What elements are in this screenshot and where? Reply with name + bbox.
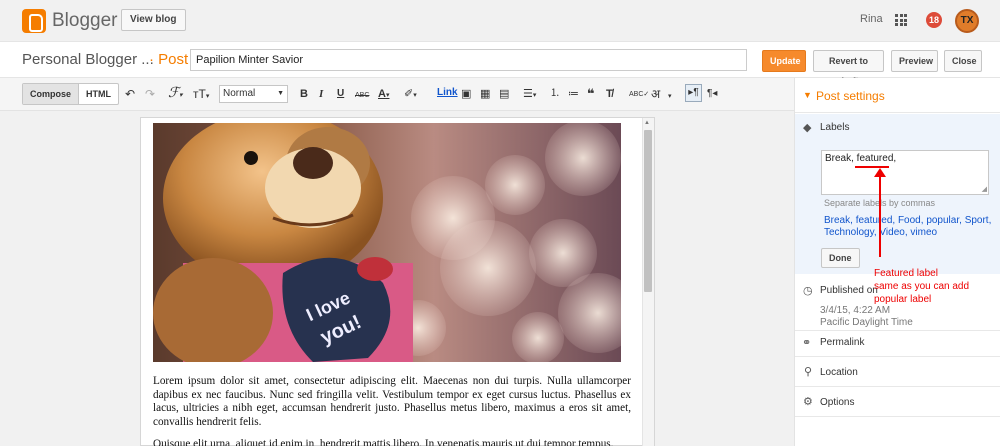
underline-icon[interactable]: U: [337, 87, 344, 101]
brand-name[interactable]: Blogger: [52, 10, 118, 32]
labels-title[interactable]: Labels: [820, 122, 849, 133]
post-title-row: Personal Blogger ... · Post Update Rever…: [0, 42, 1000, 86]
compose-tab[interactable]: Compose: [23, 84, 79, 104]
blogger-logo-icon[interactable]: [22, 9, 46, 33]
post-settings-sidebar: ▼ Post settings ◆ Labels Break, featured…: [794, 78, 1000, 446]
annotation-line-1: Featured label: [874, 268, 938, 279]
editor-toolbar: Compose HTML ↶ ↷ ℱ▾ тT▾ Normal ▼ B I U A…: [0, 78, 794, 111]
user-name[interactable]: Rina: [860, 13, 883, 25]
annotation-line-2: same as you can add: [874, 281, 970, 292]
divider: [795, 330, 1000, 331]
insert-video-icon[interactable]: ▦: [480, 87, 490, 101]
highlight-color-icon[interactable]: ✐▾: [404, 87, 417, 103]
preview-button[interactable]: Preview: [891, 50, 938, 72]
options-title[interactable]: Options: [820, 397, 854, 408]
insert-link-button[interactable]: Link: [437, 87, 458, 98]
editor-scrollbar-thumb[interactable]: [644, 130, 652, 292]
label-suggestions: Break, featured, Food, popular, Sport, T…: [824, 215, 992, 238]
label-suggestion[interactable]: Break: [824, 215, 850, 226]
html-tab[interactable]: HTML: [78, 84, 118, 104]
divider: [795, 416, 1000, 417]
permalink-title[interactable]: Permalink: [820, 337, 864, 348]
alignment-icon[interactable]: ☰▾: [523, 87, 536, 103]
bulleted-list-icon[interactable]: ≔: [568, 87, 579, 101]
label-tag-icon: ◆: [803, 122, 812, 134]
top-bar: Blogger View blog Rina 18 TX: [0, 0, 1000, 42]
close-button[interactable]: Close: [944, 50, 982, 72]
published-date: 3/4/15, 4:22 AM: [820, 305, 891, 316]
apps-grid-icon[interactable]: [895, 14, 907, 26]
avatar[interactable]: TX: [955, 9, 979, 33]
numbered-list-icon[interactable]: ⒈: [550, 87, 560, 101]
scroll-up-icon[interactable]: ▲: [644, 120, 650, 126]
insert-image-icon[interactable]: ▣: [461, 87, 471, 101]
label-suggestion[interactable]: featured: [856, 215, 893, 226]
clock-icon: ◷: [803, 285, 813, 297]
input-tools-icon[interactable]: अ: [651, 87, 660, 101]
gear-icon: ⚙: [803, 396, 813, 408]
undo-icon[interactable]: ↶: [125, 87, 135, 101]
teddy-bear-image-drawing: I love you!: [153, 123, 621, 362]
text-color-icon[interactable]: A▾: [378, 87, 389, 103]
labels-input[interactable]: Break, featured, ◢: [821, 150, 989, 195]
mode-tabs: Compose HTML: [22, 83, 120, 105]
redo-icon[interactable]: ↷: [145, 87, 155, 101]
label-suggestion[interactable]: Video: [879, 227, 904, 238]
font-size-icon[interactable]: тT▾: [193, 87, 209, 104]
blog-name[interactable]: Personal Blogger ...: [22, 51, 154, 68]
format-select[interactable]: Normal ▼: [219, 85, 288, 103]
label-suggestion[interactable]: Technology: [824, 227, 874, 238]
spellcheck-icon[interactable]: ABC✓: [629, 88, 649, 102]
divider: [795, 356, 1000, 357]
rtl-direction-icon[interactable]: ¶◂: [707, 87, 717, 101]
post-body-paragraph-2[interactable]: Quisque elit urna, aliquet id enim in, h…: [153, 438, 631, 446]
link-icon: ⚭: [802, 337, 812, 349]
label-suggestion[interactable]: popular: [926, 215, 959, 226]
labels-input-value: Break, featured,: [825, 153, 897, 164]
labels-section: ◆ Labels Break, featured, ◢ Separate lab…: [795, 114, 1000, 274]
font-family-icon[interactable]: ℱ▾: [168, 87, 183, 102]
published-on-title[interactable]: Published on: [820, 285, 878, 296]
annotation-line-3: popular label: [874, 294, 932, 305]
bold-icon[interactable]: B: [300, 87, 308, 101]
label-suggestion[interactable]: vimeo: [910, 227, 937, 238]
caret-down-icon: ▼: [803, 90, 812, 100]
update-button[interactable]: Update: [762, 50, 806, 72]
post-body-paragraph-1[interactable]: Lorem ipsum dolor sit amet, consectetur …: [153, 375, 631, 429]
strikethrough-icon[interactable]: ABC: [355, 89, 369, 103]
view-blog-button[interactable]: View blog: [121, 9, 186, 31]
annotation-arrow-shaft: [879, 174, 881, 257]
teddy-bear-image[interactable]: I love you!: [153, 123, 621, 362]
insert-jump-break-icon[interactable]: ▤: [499, 87, 509, 101]
annotation-arrow-head-icon: [874, 168, 886, 177]
input-tools-chevron-down-icon[interactable]: ▾: [668, 87, 672, 104]
label-suggestion[interactable]: Food: [898, 215, 921, 226]
remove-formatting-icon[interactable]: T̸: [606, 87, 613, 101]
ltr-direction-icon[interactable]: ▸¶: [685, 84, 702, 102]
revert-to-draft-button[interactable]: Revert to draft: [813, 50, 884, 86]
labels-done-button[interactable]: Done: [821, 248, 860, 268]
post-settings-header[interactable]: ▼ Post settings: [795, 78, 1000, 113]
post-label: · Post: [149, 51, 189, 68]
format-select-value: Normal: [223, 88, 256, 99]
label-suggestion[interactable]: Sport: [965, 215, 989, 226]
published-timezone: Pacific Daylight Time: [820, 317, 913, 328]
italic-icon[interactable]: I: [319, 87, 323, 101]
resize-handle-icon[interactable]: ◢: [982, 185, 987, 193]
chevron-down-icon: ▼: [277, 90, 284, 97]
divider: [795, 386, 1000, 387]
location-title[interactable]: Location: [820, 367, 858, 378]
location-pin-icon: ⚲: [804, 366, 813, 378]
post-title-input[interactable]: [190, 49, 747, 71]
post-settings-title: Post settings: [816, 89, 885, 103]
notification-badge[interactable]: 18: [926, 12, 942, 28]
quote-icon[interactable]: ❝: [587, 87, 595, 101]
